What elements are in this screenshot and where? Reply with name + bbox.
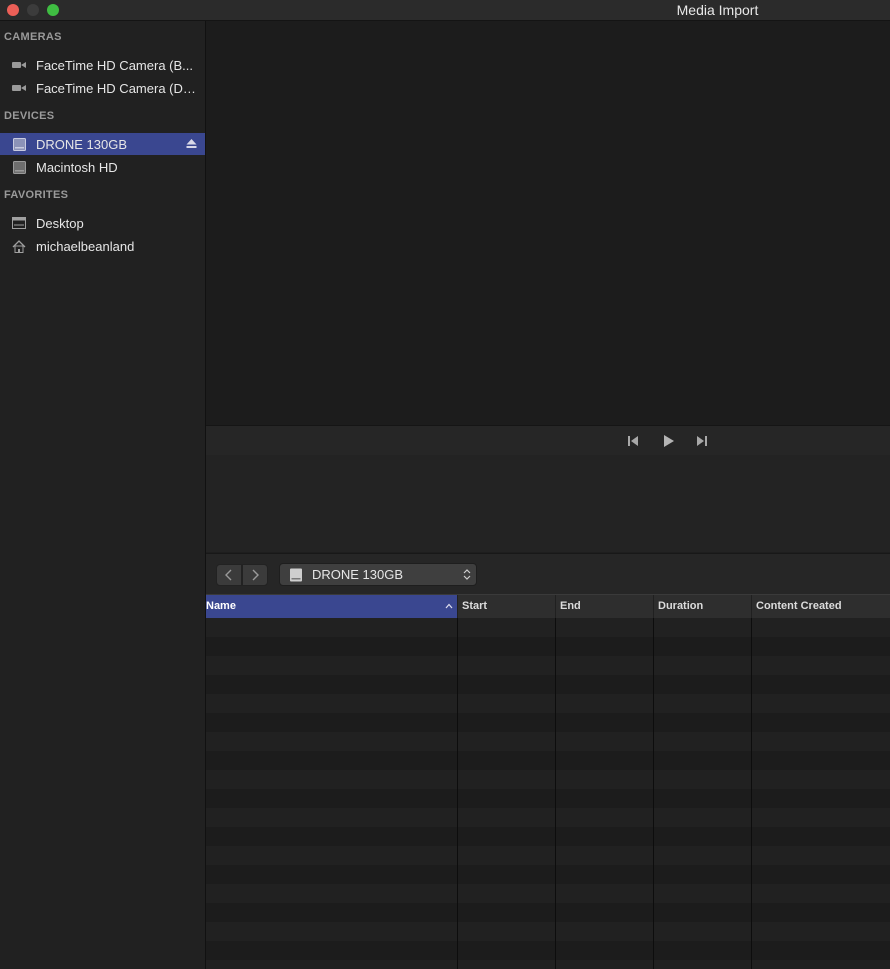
table-row	[206, 770, 890, 789]
drive-icon	[12, 160, 26, 174]
sidebar-item-facetime-camera-1[interactable]: FaceTime HD Camera (B...	[0, 54, 205, 76]
browser-toolbar: DRONE 130GB	[206, 553, 890, 594]
skip-back-icon[interactable]	[626, 434, 640, 448]
table-row	[206, 789, 890, 808]
sidebar-item-label: FaceTime HD Camera (Di...	[36, 80, 196, 96]
table-row	[206, 903, 890, 922]
table-row	[206, 713, 890, 732]
table-row	[206, 618, 890, 637]
table-row	[206, 656, 890, 675]
play-icon[interactable]	[661, 434, 675, 448]
table-row	[206, 732, 890, 751]
table-row	[206, 751, 890, 770]
table-row	[206, 941, 890, 960]
desktop-icon	[12, 216, 26, 230]
section-header-favorites: FAVORITES	[4, 189, 69, 201]
table-row	[206, 675, 890, 694]
filmstrip-area	[206, 455, 890, 552]
skip-forward-icon[interactable]	[695, 434, 709, 448]
back-button[interactable]	[216, 564, 242, 586]
drive-icon	[12, 137, 26, 151]
section-header-cameras: CAMERAS	[4, 31, 62, 43]
table-row	[206, 846, 890, 865]
column-divider	[751, 618, 752, 969]
chevron-right-icon	[252, 569, 259, 581]
media-table[interactable]	[206, 618, 890, 969]
column-divider	[457, 618, 458, 969]
column-divider	[653, 618, 654, 969]
table-row	[206, 827, 890, 846]
camera-icon	[12, 81, 26, 95]
sidebar-item-label: FaceTime HD Camera (B...	[36, 57, 193, 73]
table-row	[206, 884, 890, 903]
zoom-window-button[interactable]	[47, 4, 59, 16]
sort-ascending-icon	[445, 603, 453, 609]
sidebar-item-label: DRONE 130GB	[36, 136, 128, 152]
sidebar-item-label: michaelbeanland	[36, 238, 135, 254]
location-label: DRONE 130GB	[312, 567, 404, 582]
home-icon	[12, 239, 26, 253]
drive-icon	[290, 568, 302, 581]
sidebar-item-home[interactable]: michaelbeanland	[0, 235, 205, 257]
table-row	[206, 922, 890, 941]
table-row	[206, 865, 890, 884]
sidebar-item-desktop[interactable]: Desktop	[0, 212, 205, 234]
table-header: Name Start End Duration Content Created	[206, 594, 890, 619]
window-title: Media Import	[676, 2, 759, 18]
sidebar-item-label: Macintosh HD	[36, 159, 118, 175]
sidebar-item-label: Desktop	[36, 215, 84, 231]
column-header-name[interactable]: Name	[206, 595, 458, 618]
popup-arrows-icon	[463, 569, 471, 580]
camera-icon	[12, 58, 26, 72]
column-header-end[interactable]: End	[556, 595, 654, 618]
location-popup[interactable]: DRONE 130GB	[279, 563, 477, 586]
column-divider	[555, 618, 556, 969]
sidebar: CAMERAS FaceTime HD Camera (B... FaceTim…	[0, 21, 206, 969]
preview-viewer	[206, 21, 890, 425]
minimize-window-button[interactable]	[27, 4, 39, 16]
section-header-devices: DEVICES	[4, 110, 55, 122]
sidebar-item-facetime-camera-2[interactable]: FaceTime HD Camera (Di...	[0, 77, 205, 99]
chevron-left-icon	[225, 569, 232, 581]
title-bar: Media Import	[0, 0, 890, 21]
eject-icon[interactable]	[186, 138, 197, 149]
sidebar-item-drone[interactable]: DRONE 130GB	[0, 133, 205, 155]
table-row	[206, 808, 890, 827]
transport-bar	[206, 425, 890, 456]
column-header-content-created[interactable]: Content Created	[752, 595, 890, 618]
close-window-button[interactable]	[7, 4, 19, 16]
table-row	[206, 960, 890, 969]
sidebar-item-macintosh-hd[interactable]: Macintosh HD	[0, 156, 205, 178]
table-row	[206, 637, 890, 656]
forward-button[interactable]	[242, 564, 268, 586]
column-header-duration[interactable]: Duration	[654, 595, 752, 618]
table-row	[206, 694, 890, 713]
column-header-start[interactable]: Start	[458, 595, 556, 618]
